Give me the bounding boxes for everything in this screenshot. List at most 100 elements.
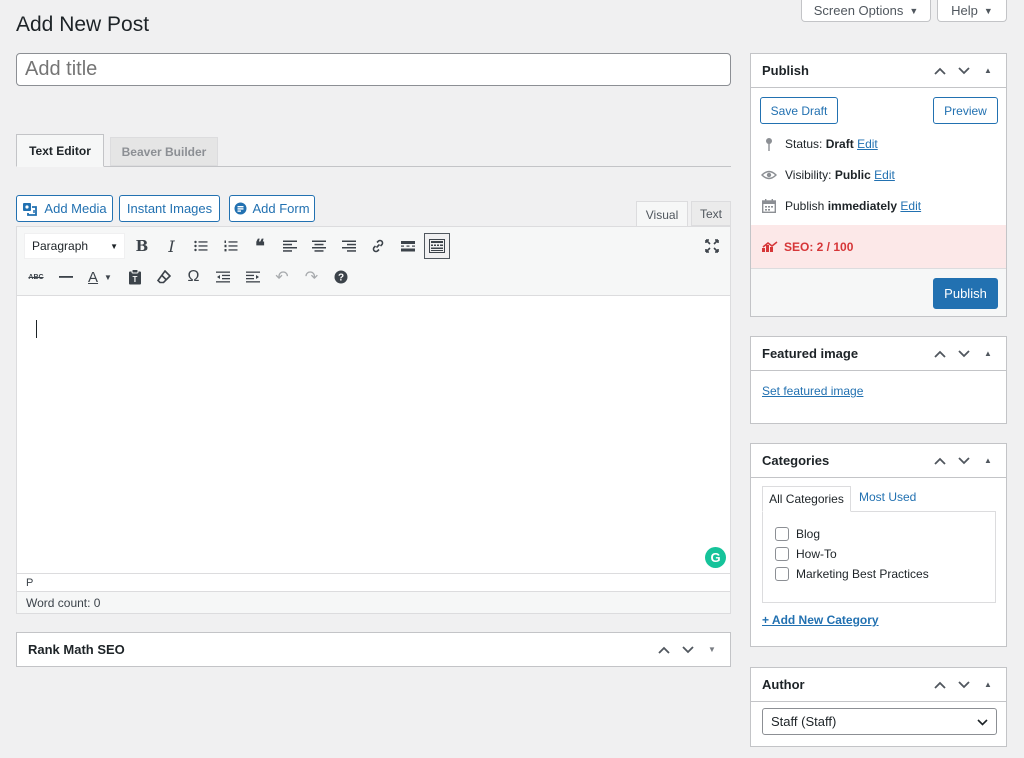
align-left-icon[interactable] <box>277 233 303 259</box>
editor-tabs-divider <box>16 166 731 167</box>
categories-box: Categories ▲ All Categories Most Used Bl… <box>750 443 1007 647</box>
toggle-panel-icon[interactable]: ▼ <box>702 640 722 660</box>
text-cursor <box>36 320 37 338</box>
align-right-icon[interactable] <box>336 233 362 259</box>
media-icon <box>22 201 38 217</box>
add-media-button[interactable]: Add Media <box>16 195 113 222</box>
grammarly-icon[interactable]: G <box>705 547 726 568</box>
tab-visual[interactable]: Visual <box>636 201 688 227</box>
horizontal-line-icon[interactable] <box>53 264 79 290</box>
read-more-icon[interactable] <box>395 233 421 259</box>
tab-all-categories[interactable]: All Categories <box>762 486 851 512</box>
align-center-icon[interactable] <box>306 233 332 259</box>
caret-down-icon: ▼ <box>983 5 993 16</box>
pin-icon <box>761 137 777 151</box>
tab-text[interactable]: Text <box>691 201 731 226</box>
numbered-list-icon[interactable] <box>218 233 244 259</box>
chevron-up-icon[interactable] <box>654 640 674 660</box>
category-checkbox[interactable] <box>775 527 789 541</box>
tab-beaver-builder[interactable]: Beaver Builder <box>110 137 218 166</box>
toggle-panel-icon[interactable]: ▲ <box>978 61 998 81</box>
chevron-down-icon <box>977 714 988 729</box>
toggle-panel-icon[interactable]: ▲ <box>978 344 998 364</box>
help-tab[interactable]: Help ▼ <box>937 0 1007 22</box>
format-select[interactable]: Paragraph ▼ <box>24 233 125 259</box>
editor-path-bar: P <box>17 573 730 591</box>
add-new-category-link[interactable]: + Add New Category <box>762 613 879 627</box>
tab-most-used[interactable]: Most Used <box>859 490 916 504</box>
toolbar-toggle-icon[interactable] <box>424 233 450 259</box>
seo-score-text: SEO: 2 / 100 <box>784 239 854 254</box>
post-title-input[interactable] <box>16 53 731 86</box>
category-item[interactable]: How-To <box>775 547 995 561</box>
outdent-icon[interactable] <box>210 264 236 290</box>
edit-status-link[interactable]: Edit <box>857 137 878 151</box>
category-label: Marketing Best Practices <box>796 567 929 581</box>
form-icon <box>234 202 247 215</box>
edit-publish-time-link[interactable]: Edit <box>900 199 921 213</box>
chevron-up-icon[interactable] <box>930 344 950 364</box>
eye-icon <box>761 170 777 180</box>
chevron-down-icon[interactable] <box>954 344 974 364</box>
distraction-free-icon[interactable] <box>699 233 725 259</box>
link-icon[interactable] <box>365 233 391 259</box>
undo-icon[interactable]: ↶ <box>269 264 295 290</box>
chevron-down-icon[interactable] <box>954 675 974 695</box>
category-checkbox[interactable] <box>775 567 789 581</box>
author-select-value: Staff (Staff) <box>771 714 837 729</box>
toggle-panel-icon[interactable]: ▲ <box>978 451 998 471</box>
chevron-down-icon[interactable] <box>954 451 974 471</box>
word-count: Word count: 0 <box>26 596 101 610</box>
edit-visibility-link[interactable]: Edit <box>874 168 895 182</box>
author-title: Author <box>762 677 805 692</box>
publish-time-value: immediately <box>827 199 898 213</box>
featured-image-box: Featured image ▲ Set featured image <box>750 336 1007 424</box>
categories-title: Categories <box>762 453 830 468</box>
toggle-panel-icon[interactable]: ▲ <box>978 675 998 695</box>
status-row: Status: Draft Edit <box>761 137 878 151</box>
save-draft-button[interactable]: Save Draft <box>760 97 838 124</box>
italic-icon[interactable]: I <box>159 233 185 259</box>
set-featured-image-link[interactable]: Set featured image <box>762 384 863 398</box>
paste-text-icon[interactable]: T <box>122 264 148 290</box>
strikethrough-icon[interactable]: ABC <box>23 264 49 290</box>
chevron-up-icon[interactable] <box>930 451 950 471</box>
blockquote-icon[interactable]: ❝ <box>247 233 273 259</box>
instant-images-button[interactable]: Instant Images <box>119 195 220 222</box>
editor-content-area[interactable]: G <box>17 296 730 573</box>
help-label: Help <box>951 3 978 18</box>
chevron-down-icon[interactable] <box>678 640 698 660</box>
publish-button[interactable]: Publish <box>933 278 998 309</box>
svg-text:?: ? <box>338 273 344 284</box>
caret-down-icon: ▼ <box>110 241 118 251</box>
rank-math-seo-box: Rank Math SEO ▼ <box>16 632 731 667</box>
help-icon[interactable]: ? <box>328 264 354 290</box>
seo-score-row[interactable]: SEO: 2 / 100 <box>751 225 1006 268</box>
publish-title: Publish <box>762 63 809 78</box>
clear-formatting-icon[interactable] <box>151 264 177 290</box>
chevron-up-icon[interactable] <box>930 675 950 695</box>
special-character-icon[interactable]: Ω <box>181 264 207 290</box>
featured-image-title: Featured image <box>762 346 859 361</box>
category-label: Blog <box>796 527 821 541</box>
category-checkbox[interactable] <box>775 547 789 561</box>
author-select[interactable]: Staff (Staff) <box>762 708 997 735</box>
add-form-button[interactable]: Add Form <box>229 195 315 222</box>
category-label: How-To <box>796 547 837 561</box>
redo-icon[interactable]: ↷ <box>299 264 325 290</box>
screen-options-tab[interactable]: Screen Options ▼ <box>801 0 931 22</box>
indent-icon[interactable] <box>240 264 266 290</box>
chevron-down-icon[interactable] <box>954 61 974 81</box>
tab-all-categories-label: All Categories <box>769 492 844 506</box>
tab-text-editor[interactable]: Text Editor <box>16 134 104 167</box>
bold-icon[interactable]: B <box>129 233 155 259</box>
format-select-value: Paragraph <box>32 239 89 253</box>
text-color-icon[interactable]: A ▼ <box>82 264 118 290</box>
tab-text-label: Text <box>699 206 722 221</box>
category-item[interactable]: Marketing Best Practices <box>775 567 995 581</box>
preview-button[interactable]: Preview <box>933 97 998 124</box>
tab-most-used-label: Most Used <box>859 490 917 504</box>
chevron-up-icon[interactable] <box>930 61 950 81</box>
bulleted-list-icon[interactable] <box>188 233 214 259</box>
category-item[interactable]: Blog <box>775 527 995 541</box>
